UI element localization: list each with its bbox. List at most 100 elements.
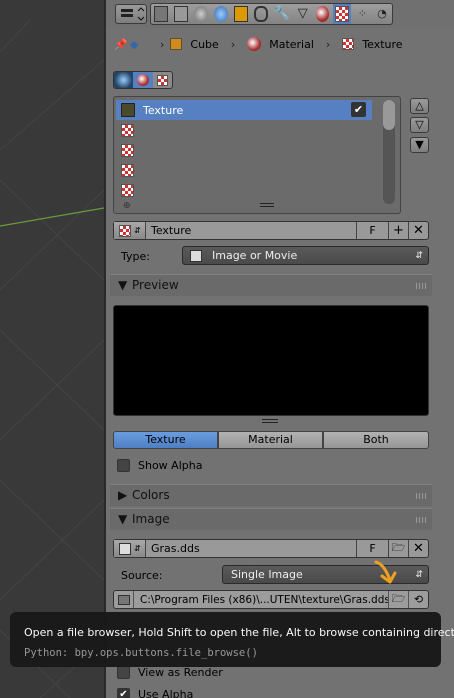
texture-datablock: ⇵ Texture F + ✕	[113, 221, 429, 240]
view-as-render-label: View as Render	[138, 666, 223, 679]
texture-icon	[119, 224, 131, 237]
breadcrumb-texture: Texture	[362, 37, 403, 51]
scrollbar-thumb[interactable]	[383, 100, 395, 130]
texture-icon[interactable]	[333, 4, 352, 24]
unlink-button[interactable]: ✕	[408, 222, 428, 239]
world-texture-icon[interactable]	[114, 72, 133, 88]
image-icon	[190, 249, 202, 262]
texture-slot-icon[interactable]	[121, 144, 134, 157]
triangle-down-filled-icon: ▼	[415, 138, 424, 151]
data-icon[interactable]: ▽	[296, 6, 310, 22]
drag-grip-icon[interactable]	[416, 283, 426, 289]
editor-type-icon	[121, 7, 145, 21]
triangle-down-icon: ▽	[415, 118, 424, 131]
add-slot-icon[interactable]: ⊕	[123, 201, 131, 211]
image-panel-header[interactable]: ▼ Image	[110, 508, 432, 530]
type-dropdown[interactable]: Image or Movie ⇵	[182, 246, 429, 265]
breadcrumb-object: Cube	[190, 37, 219, 51]
tooltip: Open a file browser, Hold Shift to open …	[10, 612, 454, 667]
texture-swatch-icon	[121, 103, 135, 117]
show-alpha-checkbox[interactable]	[117, 459, 130, 472]
object-icon[interactable]	[233, 6, 248, 22]
world-icon[interactable]	[213, 6, 228, 22]
texture-browse-button[interactable]: ⇵	[114, 222, 146, 239]
chevron-right-icon: ›	[325, 37, 331, 51]
material-texture-button[interactable]	[133, 72, 153, 88]
colors-title: Colors	[132, 488, 170, 502]
updown-icon: ⇵	[134, 226, 141, 235]
drag-grip-icon[interactable]	[416, 493, 426, 499]
list-item[interactable]: Texture ✔	[116, 100, 372, 120]
collapsed-icon: ▶	[118, 488, 128, 502]
cube-icon	[170, 38, 183, 50]
new-texture-button[interactable]: +	[388, 222, 408, 239]
file-browse-button[interactable]: 🗁	[388, 591, 408, 608]
reload-button[interactable]: ⟲	[408, 591, 428, 608]
modifiers-icon[interactable]: 🔧	[274, 6, 290, 22]
resize-grip-icon[interactable]	[260, 203, 274, 207]
texture-slot-list[interactable]: Texture ✔ ⊕	[113, 96, 401, 214]
annotation-arrow	[374, 560, 397, 584]
updown-icon: ⇵	[134, 544, 141, 553]
texture-icon	[342, 38, 355, 50]
texture-slot-icon[interactable]	[121, 164, 134, 177]
move-up-button[interactable]: △	[410, 98, 429, 114]
particles-icon[interactable]: ⁘	[355, 6, 369, 22]
context-icon: ◆	[130, 37, 139, 51]
preview-panel-header[interactable]: ▼ Preview	[110, 274, 432, 296]
preview-tab-texture[interactable]: Texture	[113, 431, 218, 449]
texture-slot-icon[interactable]	[121, 124, 134, 137]
other-texture-button[interactable]	[153, 72, 172, 88]
filepath-row: C:\Program Files (x86)\...UTEN\texture\G…	[113, 590, 429, 609]
preview-resize-grip-icon[interactable]	[262, 419, 278, 423]
scrollbar[interactable]	[383, 100, 395, 204]
breadcrumb-material: Material	[269, 37, 314, 51]
image-unlink-button[interactable]: ✕	[408, 540, 428, 557]
expanded-icon: ▼	[118, 278, 128, 292]
checkmark-icon[interactable]: ✔	[351, 102, 366, 117]
packed-file-icon[interactable]	[114, 591, 134, 608]
open-image-button[interactable]: 🗁	[388, 540, 408, 557]
tooltip-text: Open a file browser, Hold Shift to open …	[24, 626, 454, 639]
physics-icon[interactable]: ◔	[375, 6, 389, 22]
image-fake-user-button[interactable]: F	[356, 540, 388, 557]
breadcrumb: 📌 ◆ › Cube › Material › Texture	[114, 34, 444, 54]
updown-icon: ⇵	[415, 250, 423, 261]
preview-mode-tabs: Texture Material Both	[113, 431, 429, 449]
pin-icon[interactable]: 📌	[114, 38, 130, 51]
move-down-button[interactable]: ▽	[410, 117, 429, 133]
material-icon[interactable]	[315, 6, 330, 22]
show-alpha-label: Show Alpha	[138, 459, 203, 472]
material-icon	[247, 37, 262, 51]
image-title: Image	[132, 512, 170, 526]
use-alpha-checkbox[interactable]: ✔	[117, 688, 130, 698]
folder-icon: 🗁	[391, 592, 406, 605]
preview-tab-material[interactable]: Material	[218, 431, 323, 449]
folder-icon: 🗁	[391, 541, 406, 554]
texture-name-field[interactable]: Texture	[146, 224, 356, 237]
render-icon[interactable]	[154, 6, 169, 22]
package-icon	[117, 594, 130, 605]
editor-type-selector[interactable]	[115, 4, 147, 24]
scene-icon[interactable]	[194, 6, 208, 22]
fake-user-button[interactable]: F	[356, 222, 388, 239]
texture-icon	[157, 74, 168, 86]
3d-viewport[interactable]	[0, 0, 104, 698]
view-as-render-checkbox[interactable]	[117, 666, 130, 679]
image-datablock: ⇵ Gras.dds F 🗁 ✕	[113, 539, 429, 558]
texture-context-buttons	[113, 71, 173, 89]
filepath-field[interactable]: C:\Program Files (x86)\...UTEN\texture\G…	[134, 594, 388, 606]
context-tabs: 🔧 ▽ ⁘ ◔	[150, 3, 393, 25]
image-browse-button[interactable]: ⇵	[114, 540, 146, 557]
tooltip-python: Python: bpy.ops.buttons.file_browse()	[24, 647, 258, 659]
list-item-label: Texture	[143, 104, 184, 117]
image-name-field[interactable]: Gras.dds	[146, 542, 356, 555]
slot-specials-button[interactable]: ▼	[410, 137, 429, 153]
drag-grip-icon[interactable]	[416, 517, 426, 523]
close-icon: ✕	[413, 541, 424, 556]
preview-tab-both[interactable]: Both	[323, 431, 429, 449]
texture-slot-icon[interactable]	[121, 184, 134, 197]
render-layers-icon[interactable]	[174, 6, 189, 22]
constraints-icon[interactable]	[253, 6, 268, 22]
colors-panel-header[interactable]: ▶ Colors	[110, 484, 432, 506]
